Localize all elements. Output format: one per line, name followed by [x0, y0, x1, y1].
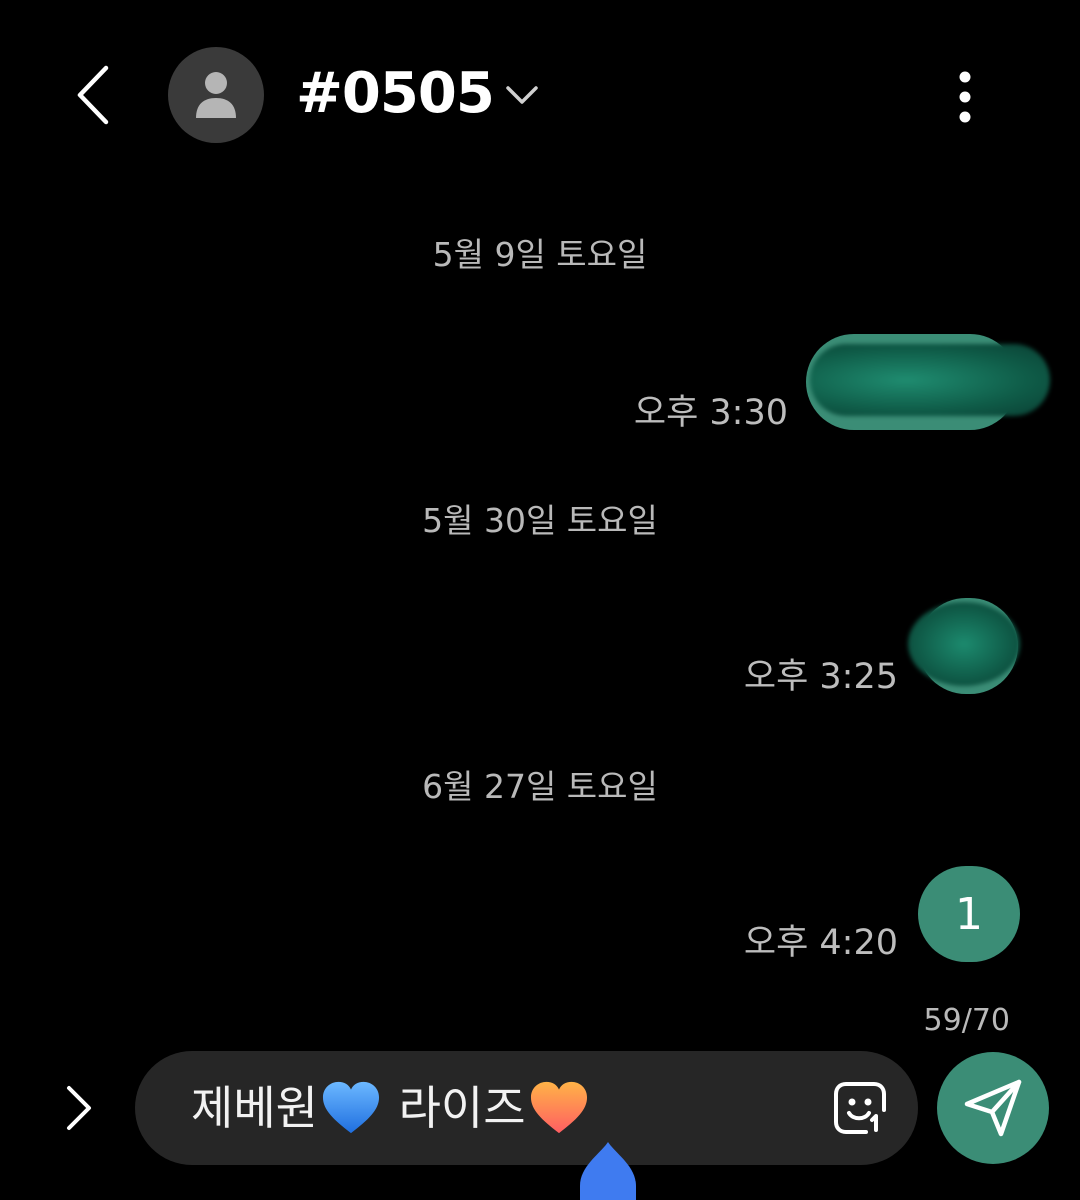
chevron-right-icon — [67, 1086, 91, 1130]
date-divider: 5월 30일 토요일 — [422, 501, 658, 540]
more-options-button[interactable] — [940, 62, 990, 132]
chevron-down-icon — [506, 86, 538, 104]
message-bubble-redacted[interactable] — [908, 598, 1020, 694]
person-icon — [196, 72, 236, 118]
orange-heart-icon — [530, 1081, 587, 1133]
contact-name[interactable]: #0505 — [296, 58, 495, 130]
message-time: 오후 3:30 — [633, 393, 788, 433]
message-bubble[interactable]: 1 — [918, 866, 1020, 962]
message-time: 오후 3:25 — [743, 657, 898, 697]
date-divider: 6월 27일 토요일 — [422, 767, 658, 806]
text-cursor-handle[interactable] — [578, 1140, 638, 1200]
conversation-header: #0505 — [0, 0, 1080, 190]
sticker-button[interactable] — [829, 1077, 891, 1139]
sticker-icon — [834, 1082, 886, 1134]
message-time: 오후 4:20 — [743, 923, 898, 963]
message-input[interactable]: 제베원 라이즈 — [135, 1051, 918, 1165]
input-text-part: 제베원 — [191, 1081, 318, 1135]
more-vertical-icon — [959, 71, 971, 123]
input-text-part: 라이즈 — [383, 1081, 526, 1135]
contact-avatar[interactable] — [168, 47, 264, 143]
expand-options-button[interactable] — [52, 1078, 106, 1138]
back-arrow-icon — [77, 65, 109, 125]
blue-heart-icon — [322, 1081, 380, 1133]
send-button[interactable] — [937, 1052, 1049, 1164]
redaction-mark — [810, 344, 1050, 416]
message-input-text[interactable]: 제베원 라이즈 — [191, 1051, 592, 1165]
contact-dropdown-button[interactable] — [500, 78, 544, 112]
date-divider: 5월 9일 토요일 — [432, 235, 648, 274]
redaction-mark — [908, 602, 1020, 686]
send-icon — [964, 1079, 1022, 1137]
character-counter: 59/70 — [923, 1003, 1010, 1038]
back-button[interactable] — [62, 60, 126, 130]
message-bubble-redacted[interactable] — [806, 334, 1050, 430]
